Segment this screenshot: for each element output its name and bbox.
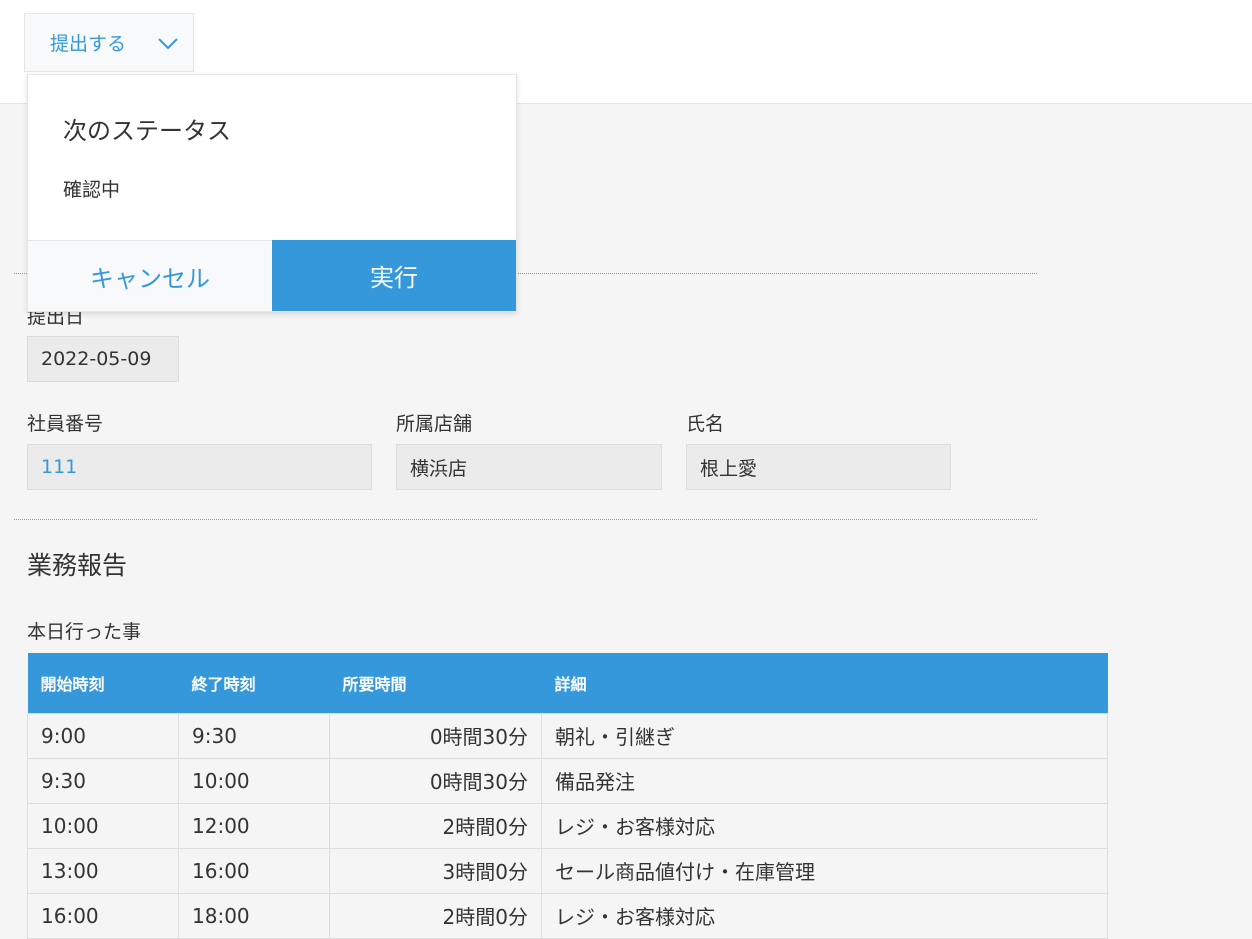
end-time-cell: 10:00 xyxy=(178,757,330,804)
details-cell: レジ・お客様対応 xyxy=(541,892,1108,939)
store-label: 所属店舗 xyxy=(396,413,473,435)
start-time-cell: 9:30 xyxy=(27,757,179,804)
start-time-cell: 9:00 xyxy=(27,712,179,759)
work-report-table: 開始時刻 終了時刻 所要時間 詳細 9:00 9:30 0時間30分 朝礼・引継… xyxy=(27,653,1108,939)
popup-title: 次のステータス xyxy=(63,117,231,145)
start-time-cell: 10:00 xyxy=(27,802,179,849)
details-cell: 備品発注 xyxy=(541,757,1108,804)
store-value: 横浜店 xyxy=(396,444,662,490)
start-time-cell: 16:00 xyxy=(27,892,179,939)
name-label: 氏名 xyxy=(686,413,725,435)
table-row: 13:00 16:00 3時間0分 セール商品値付け・在庫管理 xyxy=(27,847,1108,894)
column-header-duration: 所要時間 xyxy=(329,653,542,713)
duration-cell: 0時間30分 xyxy=(329,712,542,759)
table-row: 16:00 18:00 2時間0分 レジ・お客様対応 xyxy=(27,892,1108,939)
duration-cell: 0時間30分 xyxy=(329,757,542,804)
details-cell: セール商品値付け・在庫管理 xyxy=(541,847,1108,894)
table-row: 9:00 9:30 0時間30分 朝礼・引継ぎ xyxy=(27,712,1108,759)
start-time-cell: 13:00 xyxy=(27,847,179,894)
submit-date-text: 2022-05-09 xyxy=(41,348,152,370)
duration-cell: 2時間0分 xyxy=(329,802,542,849)
submit-action-dropdown-button[interactable]: 提出する xyxy=(24,13,194,72)
employee-number-link[interactable]: 111 xyxy=(41,456,77,478)
chevron-down-icon xyxy=(158,38,178,50)
column-header-start-time: 開始時刻 xyxy=(27,653,179,713)
report-table-label: 本日行った事 xyxy=(27,621,142,643)
name-value: 根上愛 xyxy=(686,444,951,490)
table-row: 10:00 12:00 2時間0分 レジ・お客様対応 xyxy=(27,802,1108,849)
submit-action-label: 提出する xyxy=(50,33,127,55)
store-text: 横浜店 xyxy=(410,457,468,480)
employee-number-label: 社員番号 xyxy=(27,413,104,435)
next-status-value: 確認中 xyxy=(63,179,121,201)
submit-date-value: 2022-05-09 xyxy=(27,336,179,382)
duration-cell: 3時間0分 xyxy=(329,847,542,894)
name-text: 根上愛 xyxy=(700,457,758,480)
end-time-cell: 9:30 xyxy=(178,712,330,759)
duration-cell: 2時間0分 xyxy=(329,892,542,939)
end-time-cell: 16:00 xyxy=(178,847,330,894)
execute-button[interactable]: 実行 xyxy=(272,240,516,311)
section-divider xyxy=(14,519,1037,520)
column-header-details: 詳細 xyxy=(541,653,1108,713)
employee-number-value: 111 xyxy=(27,444,372,490)
status-action-popup: 次のステータス 確認中 キャンセル 実行 xyxy=(27,74,517,312)
table-header-row: 開始時刻 終了時刻 所要時間 詳細 xyxy=(27,653,1108,713)
details-cell: レジ・お客様対応 xyxy=(541,802,1108,849)
table-row: 9:30 10:00 0時間30分 備品発注 xyxy=(27,757,1108,804)
column-header-end-time: 終了時刻 xyxy=(178,653,330,713)
report-section-title: 業務報告 xyxy=(27,551,128,580)
details-cell: 朝礼・引継ぎ xyxy=(541,712,1108,759)
end-time-cell: 18:00 xyxy=(178,892,330,939)
end-time-cell: 12:00 xyxy=(178,802,330,849)
cancel-button[interactable]: キャンセル xyxy=(28,240,272,311)
